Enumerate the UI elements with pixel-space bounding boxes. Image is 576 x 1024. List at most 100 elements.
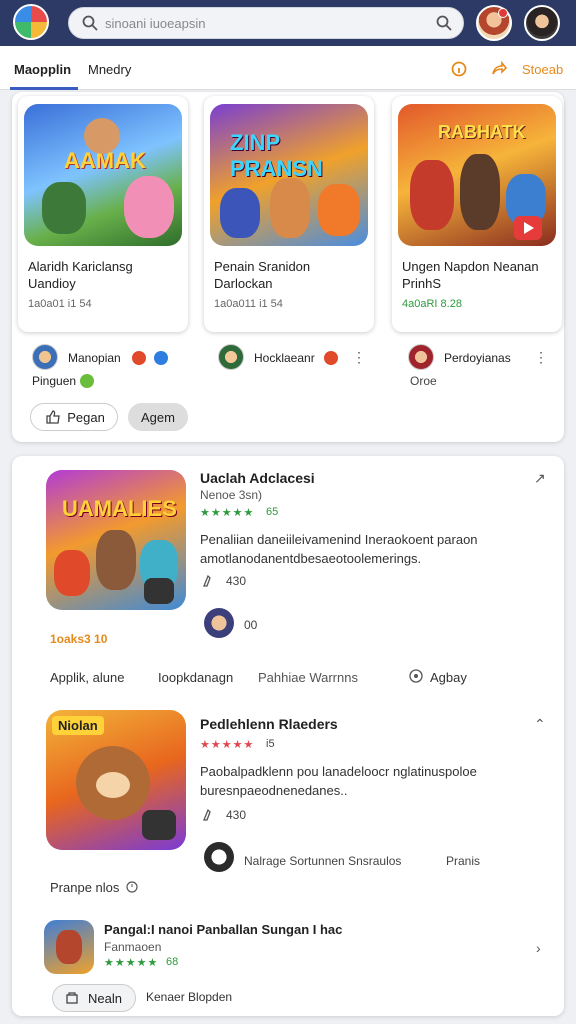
controller-icon (142, 810, 176, 840)
search-submit-icon[interactable] (435, 14, 453, 32)
publisher-item[interactable]: Hocklaeanr ⋮ (218, 344, 378, 370)
game-artwork: RABHATK (398, 104, 556, 246)
app-description: Penaliian daneiileivamenind Ineraokoent … (200, 532, 478, 566)
publisher-name: Manopian (68, 351, 121, 365)
review-footer: Nalrage Sortunnen Snsraulos (244, 854, 402, 868)
tab-secondary[interactable]: Mnedry (88, 62, 131, 77)
app-subtitle: Nenoe 3sn) (200, 488, 263, 502)
game-meta: 4a0aRI 8.28 (402, 298, 462, 310)
clock-icon (126, 881, 138, 893)
app-price: 1oaks3 10 (50, 632, 108, 646)
chip-label: Nealn (88, 991, 122, 1006)
publisher-name: Perdoyianas (444, 351, 511, 365)
character-shape (56, 930, 82, 964)
verified-icon (154, 351, 168, 365)
app-icon[interactable]: UAMALIES (46, 470, 186, 610)
game-art-text: ZINP PRANSN (230, 130, 323, 181)
link-publisher[interactable]: Pahhiae Warrnns (258, 670, 358, 685)
search-bar[interactable]: sinoani iuoeapsin (68, 7, 464, 39)
reviewer-avatar[interactable] (204, 842, 234, 872)
search-icon (82, 15, 98, 31)
action-chip[interactable]: Nealn (52, 984, 136, 1012)
game-tile[interactable]: RABHATK Ungen Napdon Neanan PrinhS 4a0aR… (392, 96, 562, 332)
app-title[interactable]: Pangal:I nanoi Panballan Sungan I hac (104, 922, 342, 937)
game-title: Ungen Napdon Neanan PrinhS (402, 259, 539, 291)
account-avatar[interactable] (524, 5, 560, 41)
chevron-right-icon[interactable]: › (536, 940, 541, 956)
game-meta: 1a0a011 i1 54 (214, 298, 283, 310)
like-icon[interactable] (202, 574, 216, 588)
character-shape (96, 530, 136, 590)
review-tag[interactable]: Pranis (446, 854, 480, 868)
more-options-icon[interactable]: ⋮ (352, 349, 366, 366)
more-options-icon[interactable]: ⋮ (534, 349, 548, 366)
game-artwork: AAMAK (24, 104, 182, 246)
tab-primary[interactable]: Maopplin (14, 62, 71, 77)
flag-icon (324, 351, 338, 365)
thumbs-up-icon (46, 410, 60, 424)
rating-value: i5 (266, 738, 275, 750)
footer-label[interactable]: Pranpe nlos (50, 880, 119, 895)
publisher-item[interactable]: Manopian Pinguen (32, 344, 202, 388)
collapse-icon[interactable]: ⌃ (534, 716, 546, 733)
check-icon (80, 374, 94, 388)
app-title[interactable]: Pedlehlenn Rlaeders (200, 716, 338, 732)
link-apps[interactable]: Applik, alune (50, 670, 124, 685)
reply-count: 00 (244, 618, 258, 632)
bookmark-icon (66, 992, 78, 1004)
rating-value: 68 (166, 956, 179, 968)
tab-bar: Maopplin Mnedry Stoeab (0, 46, 576, 90)
like-chip[interactable]: Pegan (30, 403, 118, 431)
app-icon[interactable] (44, 920, 94, 974)
link-playlist[interactable]: Ioopkdanagn (158, 670, 233, 685)
app-title[interactable]: Uaclah Adclacesi (200, 470, 315, 486)
like-count: 430 (226, 808, 247, 822)
publisher-item[interactable]: Perdoyianas ⋮ Oroe (408, 344, 558, 388)
reviewer-avatar[interactable] (204, 608, 234, 638)
controller-icon (144, 578, 174, 604)
publisher-subtitle: Oroe (410, 374, 437, 388)
expand-icon[interactable]: ↗ (534, 470, 546, 487)
active-tab-indicator (10, 87, 78, 90)
game-title: Alaridh Kariclansg Uandioy (28, 259, 133, 291)
app-icon[interactable]: Niolan (46, 710, 186, 850)
app-logo-icon[interactable] (13, 4, 49, 40)
game-art-text: RABHATK (438, 122, 526, 142)
game-meta: 1a0a01 i1 54 (28, 298, 92, 310)
character-shape (84, 118, 120, 154)
settings-icon[interactable] (408, 668, 424, 684)
app-list-section: UAMALIES Uaclah Adclacesi Nenoe 3sn) ★★★… (12, 456, 564, 1016)
rating-stars: ★★★★★ (104, 957, 159, 969)
game-tile[interactable]: ZINP PRANSN Penain Sranidon Darlockan 1a… (204, 96, 374, 332)
link-agbay[interactable]: Agbay (430, 670, 467, 685)
play-icon[interactable] (514, 216, 542, 240)
publisher-subtitle: Pinguen (32, 374, 77, 388)
secondary-chip[interactable]: Agem (128, 403, 188, 431)
character-shape (270, 178, 310, 238)
character-shape (54, 550, 90, 596)
rating-stars: ★★★★★ (200, 507, 255, 519)
character-shape (42, 182, 86, 234)
chip-label: Pegan (67, 410, 105, 425)
character-shape (220, 188, 260, 238)
app-subtitle: Fanmaoen (104, 940, 162, 954)
game-title: Penain Sranidon Darlockan (214, 259, 311, 291)
character-shape (460, 154, 500, 230)
publisher-avatar (218, 344, 244, 370)
publisher-name: Hocklaeanr (254, 351, 315, 365)
app-art-label: Niolan (52, 716, 104, 735)
action-link[interactable]: Stoeab (522, 62, 563, 77)
info-icon[interactable] (450, 60, 468, 78)
game-tile[interactable]: AAMAK Alaridh Kariclansg Uandioy 1a0a01 … (18, 96, 188, 332)
character-shape (410, 160, 454, 230)
top-bar: sinoani iuoeapsin (0, 0, 576, 46)
publisher-avatar (32, 344, 58, 370)
share-icon[interactable] (490, 60, 508, 78)
like-icon[interactable] (202, 808, 216, 822)
chip-label: Agem (141, 410, 175, 425)
app-art-text: UAMALIES (62, 496, 177, 521)
game-artwork: ZINP PRANSN (210, 104, 368, 246)
publisher-avatar (408, 344, 434, 370)
flag-icon (132, 351, 146, 365)
bottom-link[interactable]: Kenaer Blopden (146, 990, 232, 1004)
